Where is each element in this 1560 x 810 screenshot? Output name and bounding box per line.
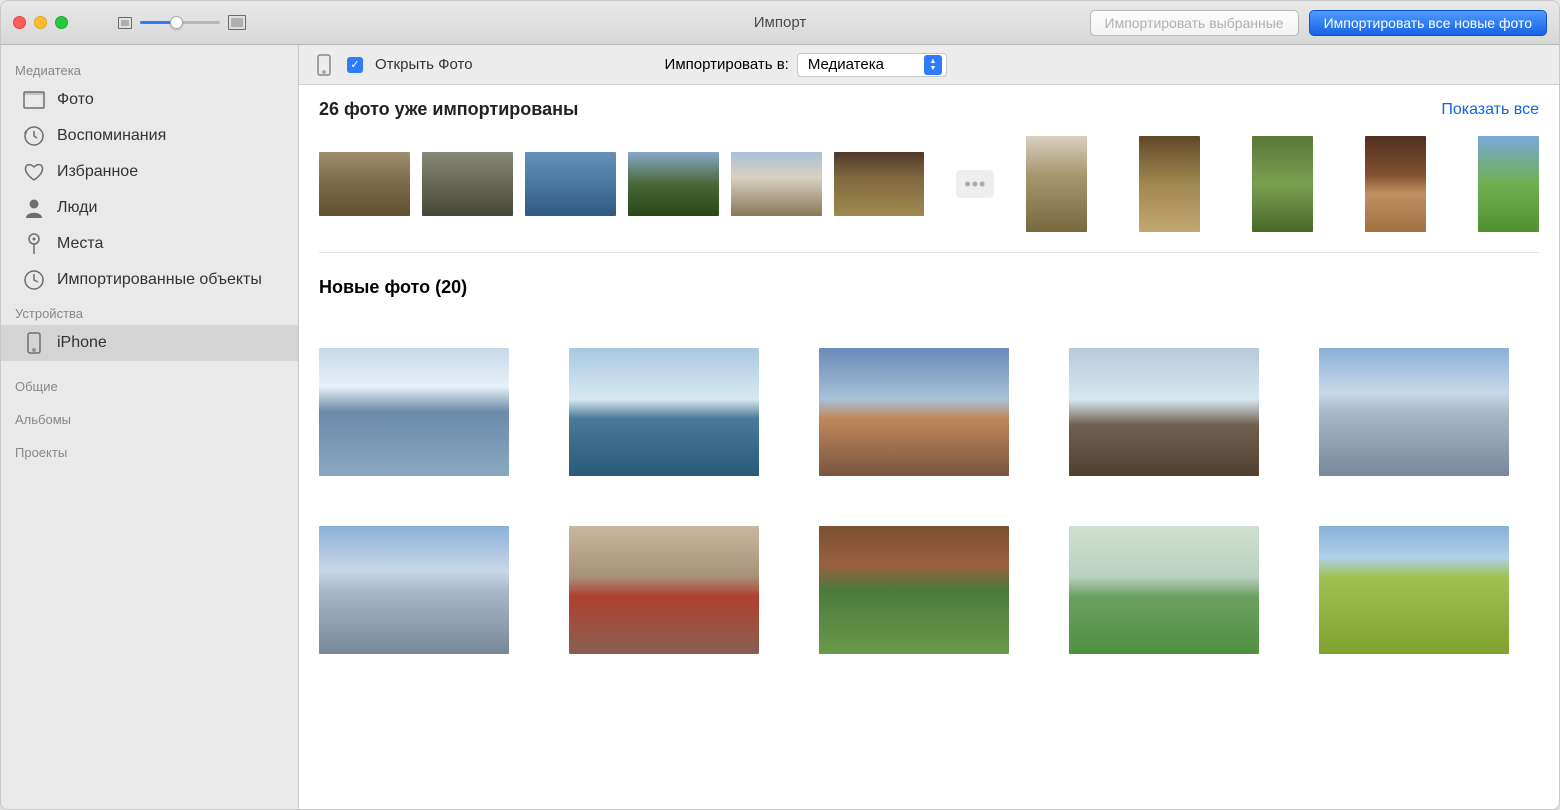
sidebar-item-label: Места	[57, 235, 103, 253]
thumb-large-icon	[228, 15, 246, 30]
more-thumbs-icon[interactable]: •••	[956, 170, 994, 198]
sidebar-section-albums[interactable]: Альбомы	[1, 398, 298, 431]
select-value: Медиатека	[808, 56, 884, 73]
clock-icon	[23, 269, 45, 291]
open-photos-checkbox[interactable]: ✓	[347, 57, 363, 73]
sidebar-item-photos[interactable]: Фото	[1, 82, 298, 118]
import-destination-select[interactable]: Медиатека ▲▼	[797, 53, 947, 77]
sidebar-section-library: Медиатека	[1, 55, 298, 82]
photos-icon	[23, 89, 45, 111]
imported-thumb[interactable]	[1252, 136, 1313, 232]
sidebar-item-label: Избранное	[57, 163, 138, 181]
device-icon	[313, 54, 335, 76]
imported-thumb[interactable]	[731, 152, 822, 216]
imported-thumb[interactable]	[1139, 136, 1200, 232]
minimize-button[interactable]	[34, 16, 47, 29]
sidebar-item-people[interactable]: Люди	[1, 190, 298, 226]
imported-thumb[interactable]	[1026, 136, 1087, 232]
show-all-link[interactable]: Показать все	[1441, 101, 1539, 119]
iphone-icon	[23, 332, 45, 354]
sidebar-item-places[interactable]: Места	[1, 226, 298, 262]
new-photos-grid	[319, 348, 1539, 654]
select-arrows-icon: ▲▼	[924, 55, 942, 75]
app-window: Импорт Импортировать выбранные Импортиро…	[0, 0, 1560, 810]
slider-track[interactable]	[140, 21, 220, 24]
already-imported-strip: •••	[319, 136, 1539, 253]
imported-thumb[interactable]	[834, 152, 925, 216]
import-options-bar: ✓ Открыть Фото Импортировать в: Медиатек…	[299, 45, 1559, 85]
sidebar-item-favorites[interactable]: Избранное	[1, 154, 298, 190]
imported-thumb[interactable]	[525, 152, 616, 216]
imported-thumb[interactable]	[628, 152, 719, 216]
maximize-button[interactable]	[55, 16, 68, 29]
new-photo-thumb[interactable]	[319, 348, 509, 476]
main-content: ✓ Открыть Фото Импортировать в: Медиатек…	[299, 45, 1559, 809]
sidebar-item-memories[interactable]: Воспоминания	[1, 118, 298, 154]
new-photo-thumb[interactable]	[569, 526, 759, 654]
open-photos-label: Открыть Фото	[375, 56, 473, 73]
close-button[interactable]	[13, 16, 26, 29]
already-imported-title: 26 фото уже импортированы	[319, 99, 578, 120]
new-photo-thumb[interactable]	[819, 526, 1009, 654]
pin-icon	[23, 233, 45, 255]
new-photo-thumb[interactable]	[1319, 526, 1509, 654]
new-photo-thumb[interactable]	[319, 526, 509, 654]
person-icon	[23, 197, 45, 219]
new-photo-thumb[interactable]	[1069, 526, 1259, 654]
traffic-lights	[13, 16, 68, 29]
new-photo-thumb[interactable]	[569, 348, 759, 476]
new-photo-thumb[interactable]	[819, 348, 1009, 476]
new-photos-title: Новые фото (20)	[319, 277, 1539, 298]
import-all-button[interactable]: Импортировать все новые фото	[1309, 10, 1547, 36]
new-photo-thumb[interactable]	[1069, 348, 1259, 476]
sidebar-section-devices: Устройства	[1, 298, 298, 325]
thumbnail-size-slider[interactable]	[118, 15, 246, 30]
slider-thumb[interactable]	[170, 16, 183, 29]
imported-thumb[interactable]	[1365, 136, 1426, 232]
sidebar-item-label: Фото	[57, 91, 94, 109]
sidebar: Медиатека Фото Воспоминания Избранное	[1, 45, 299, 809]
import-to-label: Импортировать в:	[665, 56, 789, 73]
window-title: Импорт	[754, 14, 806, 31]
sidebar-item-label: Воспоминания	[57, 127, 166, 145]
sidebar-item-label: Люди	[57, 199, 97, 217]
sidebar-item-imports[interactable]: Импортированные объекты	[1, 262, 298, 298]
sidebar-item-iphone[interactable]: iPhone	[1, 325, 298, 361]
sidebar-item-label: Импортированные объекты	[57, 271, 262, 289]
imported-thumb[interactable]	[1478, 136, 1539, 232]
memories-icon	[23, 125, 45, 147]
imported-thumb[interactable]	[319, 152, 410, 216]
import-selected-button[interactable]: Импортировать выбранные	[1090, 10, 1299, 36]
titlebar: Импорт Импортировать выбранные Импортиро…	[1, 1, 1559, 45]
thumb-small-icon	[118, 17, 132, 29]
heart-icon	[23, 161, 45, 183]
imported-thumb[interactable]	[422, 152, 513, 216]
new-photo-thumb[interactable]	[1319, 348, 1509, 476]
sidebar-item-label: iPhone	[57, 334, 107, 352]
sidebar-section-projects[interactable]: Проекты	[1, 431, 298, 464]
sidebar-section-shared[interactable]: Общие	[1, 361, 298, 398]
